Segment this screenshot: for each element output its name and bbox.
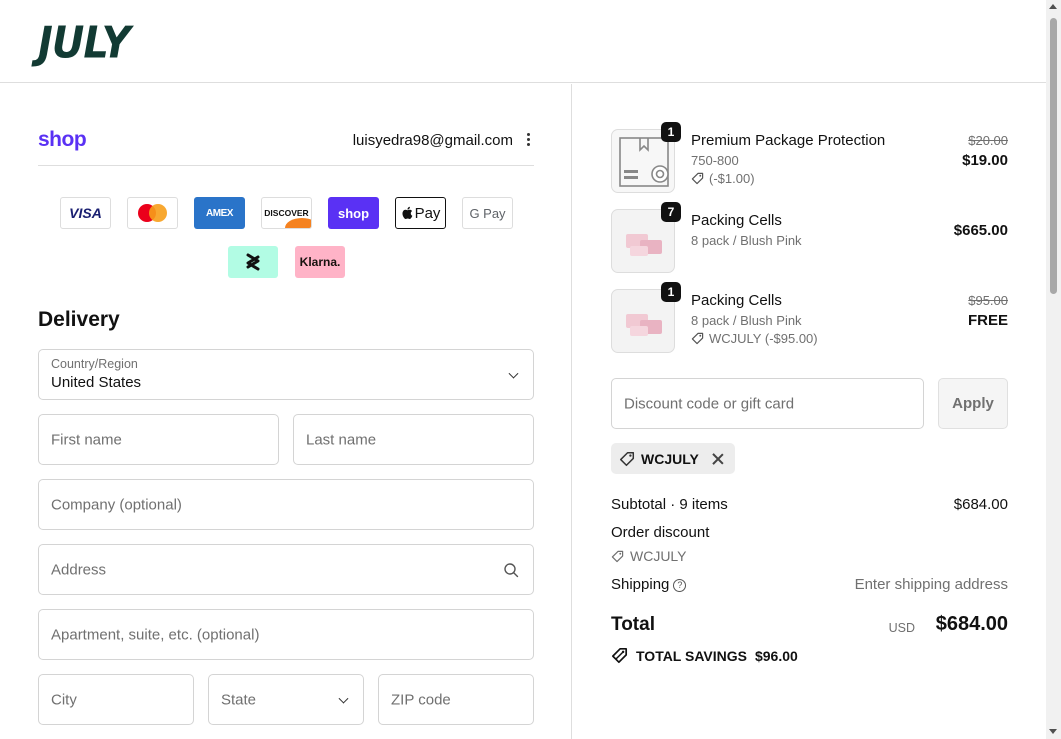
discount-placeholder: Discount code or gift card xyxy=(624,395,795,412)
quantity-badge: 1 xyxy=(661,282,681,302)
company-field[interactable]: Company (optional) xyxy=(38,479,534,530)
apply-discount-button[interactable]: Apply xyxy=(938,378,1008,429)
order-discount-label: Order discount xyxy=(611,524,710,541)
item-variant: 8 pack / Blush Pink xyxy=(691,233,802,248)
item-variant: 8 pack / Blush Pink xyxy=(691,313,802,328)
item-price: FREE xyxy=(967,312,1008,329)
apple-pay-payment-icon[interactable]: Pay xyxy=(395,197,446,229)
shop-pay-payment-icon[interactable]: shop xyxy=(328,197,379,229)
july-logo[interactable]: JULY xyxy=(38,18,131,69)
cart-item: 1 Packing Cells 8 pack / Blush Pink WCJU… xyxy=(611,282,1008,353)
zip-placeholder: ZIP code xyxy=(391,691,451,708)
shipping-row-label: Shipping? xyxy=(611,576,687,593)
item-original-price: $95.00 xyxy=(968,293,1008,308)
tag-icon xyxy=(619,451,635,466)
amex-payment-icon[interactable]: AMEX xyxy=(194,197,245,229)
shipping-value: Enter shipping address xyxy=(854,576,1008,593)
shop-pay-account-row: shop luisyedra98@gmail.com xyxy=(38,124,534,166)
shipping-label: Shipping xyxy=(611,576,670,593)
total-label: Total xyxy=(611,614,655,635)
last-name-placeholder: Last name xyxy=(306,431,377,448)
order-discount-code-row: WCJULY xyxy=(611,548,687,564)
scroll-up-arrow-icon[interactable] xyxy=(1049,4,1057,9)
item-discount-text: WCJULY (-$95.00) xyxy=(709,331,818,346)
zip-field[interactable]: ZIP code xyxy=(378,674,534,725)
company-placeholder: Company (optional) xyxy=(51,496,182,513)
item-price: $665.00 xyxy=(953,222,1008,239)
cart-item: 7 Packing Cells 8 pack / Blush Pink $665… xyxy=(611,202,1008,273)
help-icon[interactable]: ? xyxy=(673,578,687,592)
scrollbar-thumb[interactable] xyxy=(1050,18,1057,294)
chevron-down-icon xyxy=(508,368,519,379)
order-summary-column: 1 Premium Package Protection 750-800 (-$… xyxy=(572,84,1046,739)
visa-payment-icon[interactable]: VISA xyxy=(60,197,111,229)
remove-discount-icon[interactable] xyxy=(711,452,725,466)
apple-pay-label: Pay xyxy=(414,204,441,222)
klarna-payment-icon[interactable]: Klarna. xyxy=(295,246,345,278)
tag-icon xyxy=(611,550,624,562)
state-placeholder: State xyxy=(221,691,257,708)
total-savings: TOTAL SAVINGS $96.00 xyxy=(611,647,798,664)
shop-pay-logo: shop xyxy=(38,128,87,151)
address-field[interactable]: Address xyxy=(38,544,534,595)
item-price: $19.00 xyxy=(962,152,1008,169)
afterpay-icon xyxy=(246,253,260,271)
item-original-price: $20.00 xyxy=(968,133,1008,148)
item-name: Premium Package Protection xyxy=(691,132,886,149)
quantity-badge: 1 xyxy=(661,122,681,142)
discount-code-input[interactable]: Discount code or gift card xyxy=(611,378,924,429)
chevron-down-icon xyxy=(338,693,349,704)
first-name-field[interactable]: First name xyxy=(38,414,279,465)
search-icon xyxy=(504,562,519,577)
discover-label: DISCOVER xyxy=(264,208,309,218)
country-label: Country/Region xyxy=(51,357,138,371)
page-scrollbar[interactable] xyxy=(1046,0,1061,739)
item-variant: 750-800 xyxy=(691,153,739,168)
quantity-badge: 7 xyxy=(661,202,681,222)
delivery-title: Delivery xyxy=(38,308,120,331)
city-field[interactable]: City xyxy=(38,674,194,725)
applied-discount-code: WCJULY xyxy=(641,450,699,467)
apple-icon xyxy=(402,206,412,220)
apartment-placeholder: Apartment, suite, etc. (optional) xyxy=(51,626,260,643)
site-header: JULY xyxy=(0,0,1046,83)
account-email: luisyedra98@gmail.com xyxy=(352,132,513,149)
city-placeholder: City xyxy=(51,691,77,708)
state-select[interactable]: State xyxy=(208,674,364,725)
apartment-field[interactable]: Apartment, suite, etc. (optional) xyxy=(38,609,534,660)
item-name: Packing Cells xyxy=(691,292,782,309)
afterpay-payment-icon[interactable] xyxy=(228,246,278,278)
checkout-form-column: shop luisyedra98@gmail.com VISA AMEX DIS… xyxy=(0,84,572,739)
item-discount: (-$1.00) xyxy=(691,171,755,186)
item-name: Packing Cells xyxy=(691,212,782,229)
item-discount: WCJULY (-$95.00) xyxy=(691,331,818,346)
savings-value: $96.00 xyxy=(754,647,798,664)
first-name-placeholder: First name xyxy=(51,431,122,448)
order-discount-code: WCJULY xyxy=(630,548,687,564)
google-pay-payment-icon[interactable]: G Pay xyxy=(462,197,513,229)
applied-discount-chip: WCJULY xyxy=(611,443,735,474)
savings-label: TOTAL SAVINGS xyxy=(636,647,747,664)
total-value: $684.00 xyxy=(935,613,1008,635)
tags-icon xyxy=(611,647,628,664)
subtotal-value: $684.00 xyxy=(953,496,1008,513)
country-select[interactable]: Country/Region United States xyxy=(38,349,534,400)
item-discount-text: (-$1.00) xyxy=(709,171,755,186)
cart-item: 1 Premium Package Protection 750-800 (-$… xyxy=(611,122,1008,193)
scroll-down-arrow-icon[interactable] xyxy=(1049,729,1057,734)
discover-payment-icon[interactable]: DISCOVER xyxy=(261,197,312,229)
total-currency: USD xyxy=(888,621,915,635)
country-value: United States xyxy=(51,374,142,391)
tag-icon xyxy=(691,172,704,185)
mastercard-payment-icon[interactable] xyxy=(127,197,178,229)
address-placeholder: Address xyxy=(51,561,107,578)
more-options-icon[interactable] xyxy=(527,133,531,149)
tag-icon xyxy=(691,332,704,345)
last-name-field[interactable]: Last name xyxy=(293,414,534,465)
subtotal-label: Subtotal · 9 items xyxy=(611,496,728,513)
